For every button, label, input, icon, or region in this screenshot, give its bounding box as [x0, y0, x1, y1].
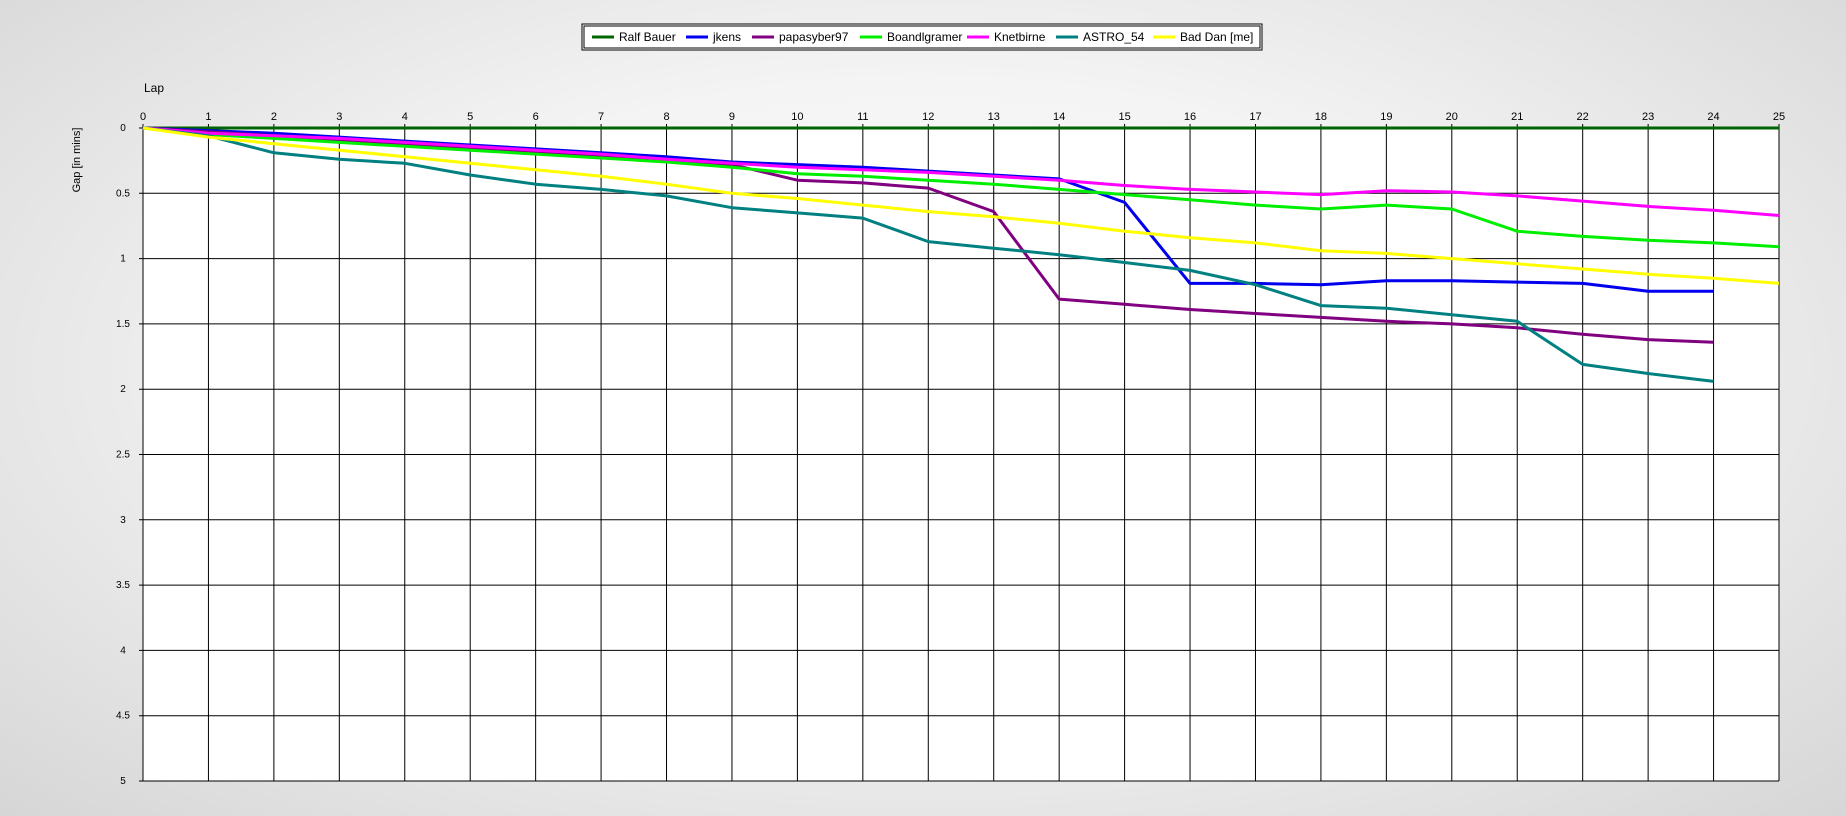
legend-label: jkens: [712, 30, 741, 44]
x-tick-label: 25: [1773, 111, 1785, 123]
legend-label: papasyber97: [779, 30, 849, 44]
x-tick-label: 16: [1184, 111, 1196, 123]
x-tick-label: 11: [857, 111, 868, 123]
y-tick-label: 0.5: [116, 188, 130, 199]
y-tick-label: 4.5: [116, 711, 130, 722]
y-tick-label: 1: [120, 254, 126, 265]
y-tick-label: 0: [120, 123, 126, 134]
x-tick-label: 4: [402, 111, 408, 123]
legend: Ralf Bauer jkens papasyber97 Boandlgramer Kn…: [581, 23, 1263, 51]
x-tick-label: 7: [598, 111, 604, 123]
x-tick-label: 12: [922, 111, 934, 123]
y-tick-label: 2: [120, 384, 126, 395]
x-tick-label: 15: [1118, 111, 1130, 123]
y-tick-label: 2.5: [116, 450, 130, 461]
x-tick-label: 10: [791, 111, 803, 123]
x-tick-label: 6: [533, 111, 539, 123]
y-tick-label: 3.5: [116, 580, 130, 591]
legend-label: Bad Dan [me]: [1180, 30, 1253, 44]
x-tick-label: 17: [1249, 111, 1261, 123]
x-tick-label: 19: [1380, 111, 1392, 123]
x-tick-label: 8: [663, 111, 669, 123]
x-tick-label: 22: [1577, 111, 1589, 123]
x-tick-label: 24: [1707, 111, 1719, 123]
x-tick-label: 13: [988, 111, 1000, 123]
x-tick-label: 20: [1446, 111, 1458, 123]
plot-area: 0 1 2 3 4 5 6 7 8 9 10 11 12 13 14 15 16 17 18 19 20 21 22 23 24…: [116, 111, 1785, 787]
x-tick-label: 9: [729, 111, 735, 123]
x-tick-label: 0: [140, 111, 146, 123]
y-axis-title: Gap [in mins]: [71, 128, 83, 193]
legend-label: ASTRO_54: [1083, 30, 1145, 44]
x-tick-label: 5: [467, 111, 473, 123]
x-tick-label: 21: [1511, 111, 1523, 123]
y-tick-label: 3: [120, 515, 126, 526]
x-axis-title: Lap: [144, 81, 164, 95]
legend-label: Ralf Bauer: [619, 30, 676, 44]
y-tick-label: 4: [120, 645, 126, 656]
legend-label: Boandlgramer: [887, 30, 962, 44]
x-tick-label: 23: [1642, 111, 1654, 123]
y-tick-label: 5: [120, 776, 126, 787]
x-tick-label: 3: [336, 111, 342, 123]
x-tick-label: 2: [271, 111, 277, 123]
y-tick-label: 1.5: [116, 319, 130, 330]
x-tick-label: 1: [205, 111, 211, 123]
x-tick-label: 14: [1053, 111, 1065, 123]
legend-label: Knetbirne: [994, 30, 1046, 44]
lap-gap-chart: Ralf Bauer jkens papasyber97 Boandlgramer Kn…: [71, 23, 1785, 787]
x-tick-label: 18: [1315, 111, 1327, 123]
